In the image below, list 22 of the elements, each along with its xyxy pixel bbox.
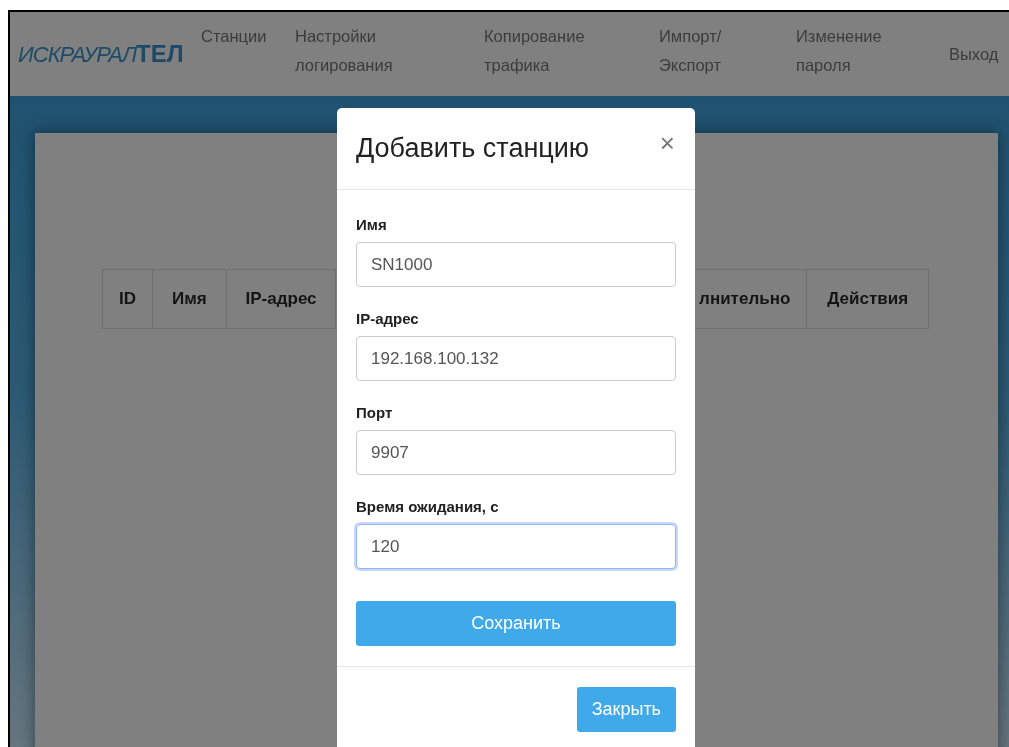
column-header: Действия [826, 288, 910, 310]
input-field[interactable]: SN1000 [356, 242, 676, 287]
logo[interactable]: ИСКРАУРАЛТЕЛ [14, 36, 190, 72]
nav-link[interactable]: Выход [949, 39, 999, 69]
field-label: IP-адрес [356, 309, 420, 329]
save-button[interactable]: Сохранить [356, 601, 676, 646]
modal-title: Добавить станцию [356, 133, 590, 164]
input-field[interactable]: 120 [356, 524, 676, 569]
close-button[interactable]: Закрыть [576, 687, 676, 732]
field-label: Имя [356, 215, 388, 235]
nav-link[interactable]: Станции [201, 12, 267, 51]
input-field[interactable]: 9907 [356, 430, 676, 475]
column-header: IP-адрес [226, 270, 337, 328]
nav-link[interactable]: Импорт/ Экспорт [659, 12, 722, 80]
nav-link[interactable]: Копирование трафика [484, 12, 585, 80]
nav-link[interactable]: Настройки логирования [295, 12, 393, 80]
field-label: Время ожидания, с [356, 497, 500, 517]
column-header: ID [103, 270, 153, 328]
nav-link[interactable]: Изменение пароля [796, 12, 882, 80]
input-field[interactable]: 192.168.100.132 [356, 336, 676, 381]
field-label: Порт [356, 403, 394, 423]
column-header: Имя [152, 270, 227, 328]
